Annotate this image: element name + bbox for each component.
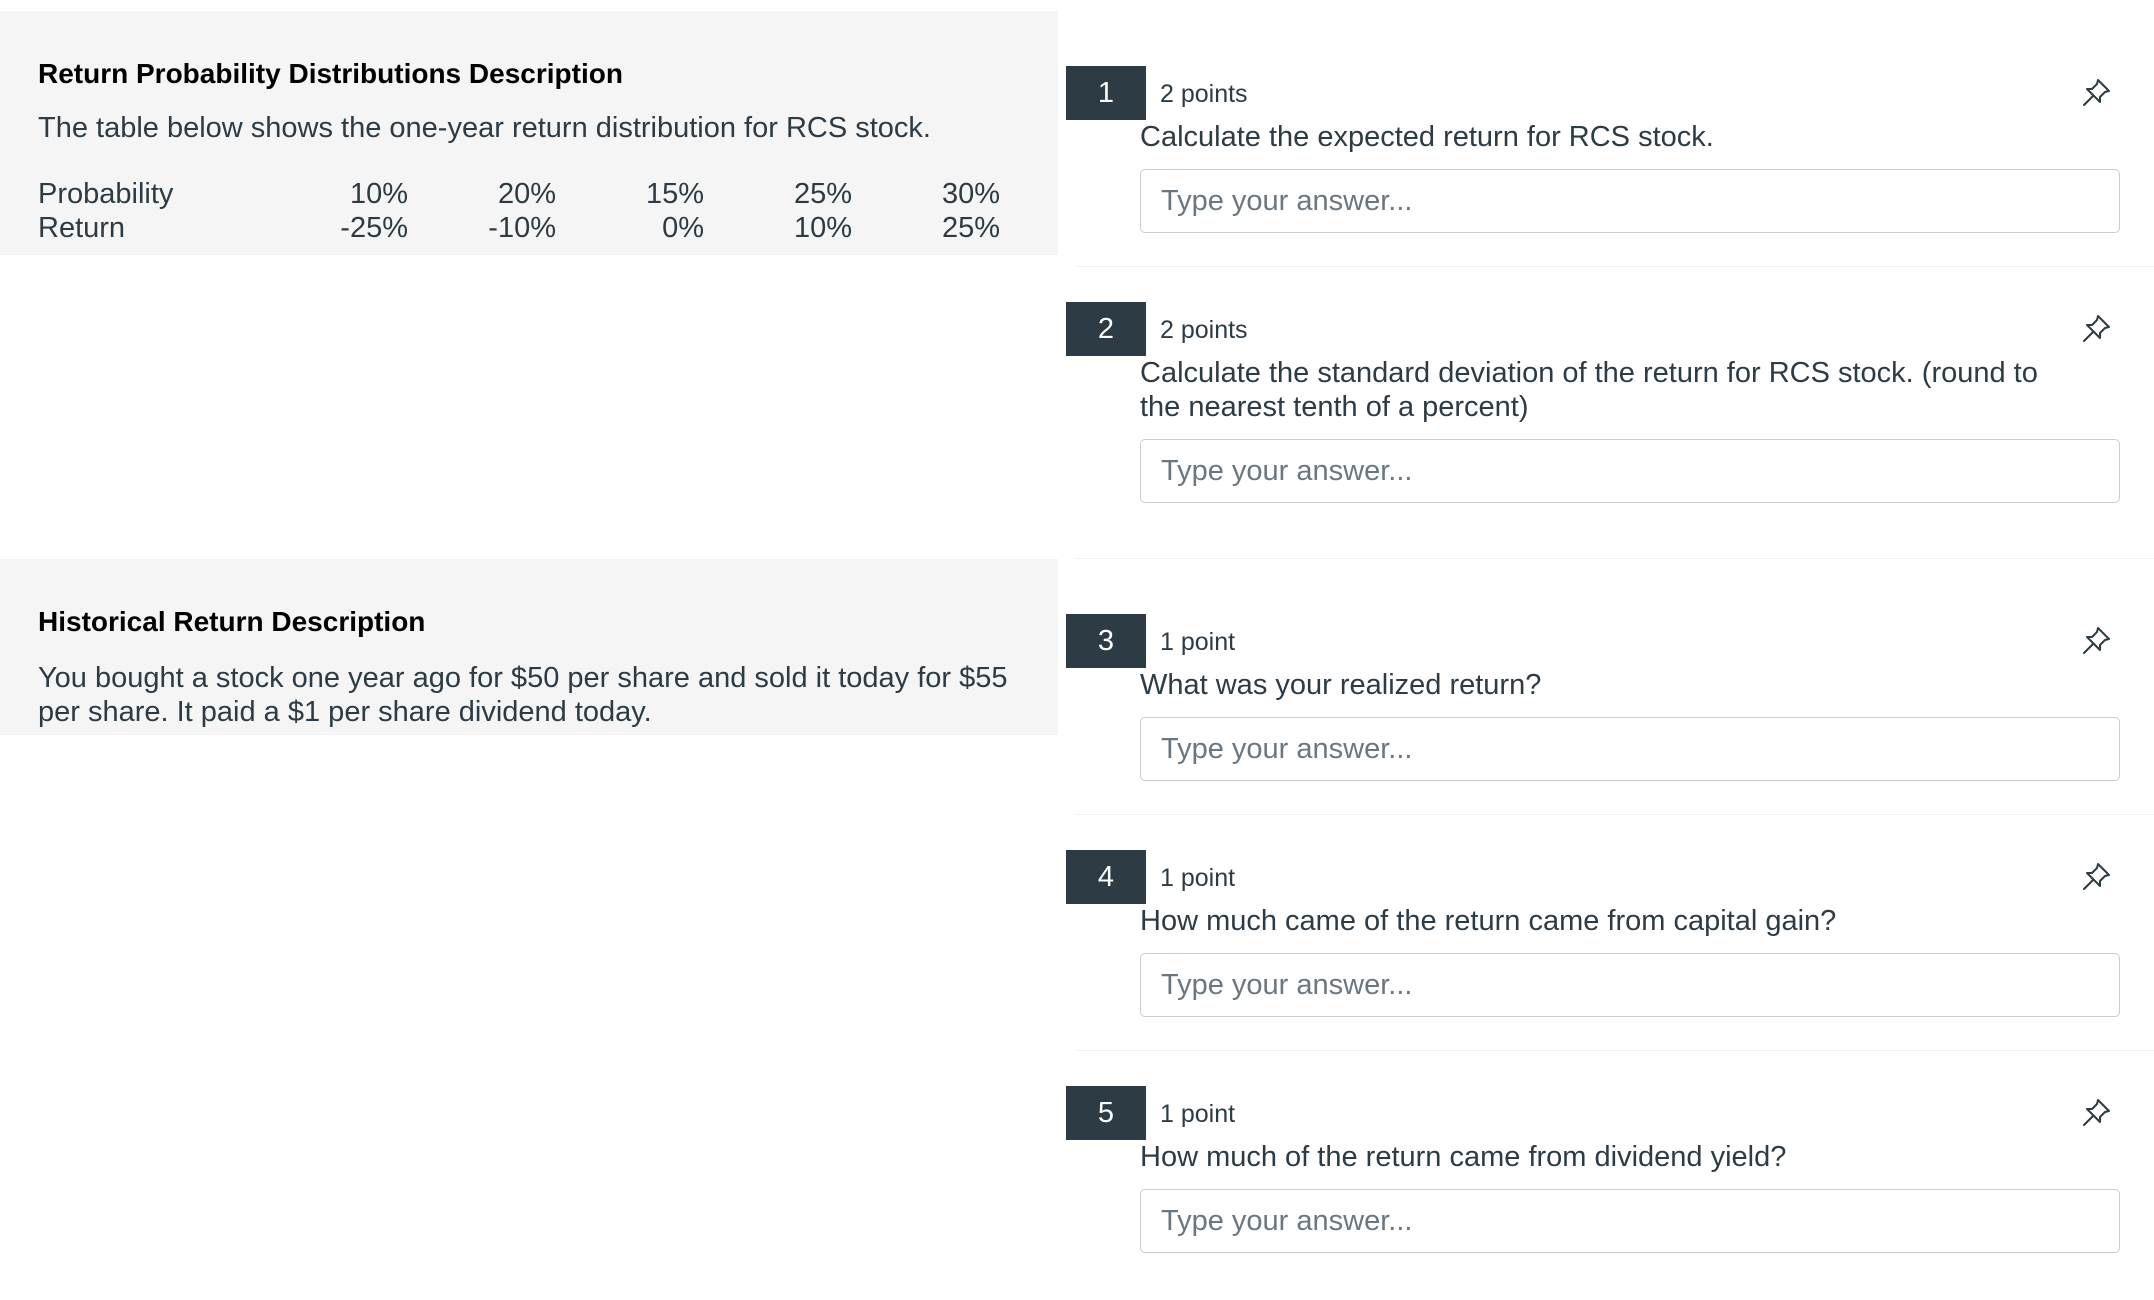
question-number-badge: 1 (1066, 66, 1146, 120)
table-cell: -10% (488, 212, 556, 244)
divider (1076, 1050, 2154, 1051)
question-text: What was your realized return? (1140, 669, 1542, 701)
pin-icon[interactable] (2077, 858, 2115, 896)
question-points: 1 point (1160, 628, 1236, 656)
question-4: 4 1 point How much came of the return ca… (1066, 850, 2154, 1050)
table-cell: 10% (793, 212, 852, 244)
divider (1076, 558, 2154, 559)
question-number-badge: 2 (1066, 302, 1146, 356)
question-2: 2 2 points Calculate the standard deviat… (1066, 302, 2154, 552)
question-text: Calculate the standard deviation of the … (1140, 357, 2038, 423)
table-cell: 30% (941, 178, 1000, 210)
question-points: 2 points (1160, 80, 1248, 108)
pin-icon[interactable] (2077, 622, 2115, 660)
answer-input[interactable] (1140, 717, 2120, 781)
row-label: Return (38, 212, 126, 244)
divider (1076, 266, 2154, 267)
table-cell: 20% (497, 178, 556, 210)
table-cell: 10% (349, 178, 408, 210)
distribution-table: Probability 10% 20% 15% 25% 30% Return -… (38, 177, 1000, 245)
stimulus-historical-return: Historical Return Description You bought… (0, 559, 1058, 735)
divider (1076, 814, 2154, 815)
stimulus-title: Historical Return Description (38, 606, 426, 637)
question-number-badge: 4 (1066, 850, 1146, 904)
pin-icon[interactable] (2077, 310, 2115, 348)
answer-input[interactable] (1140, 953, 2120, 1017)
answer-input[interactable] (1140, 1189, 2120, 1253)
stimulus-return-distribution: Return Probability Distributions Descrip… (0, 11, 1058, 255)
table-row: Return -25% -10% 0% 10% 25% (38, 211, 1000, 245)
table-cell: -25% (340, 212, 408, 244)
question-points: 1 point (1160, 1100, 1236, 1128)
stimulus-text: The table below shows the one-year retur… (38, 112, 931, 144)
table-cell: 15% (645, 178, 704, 210)
question-points: 2 points (1160, 316, 1248, 344)
question-5: 5 1 point How much of the return came fr… (1066, 1086, 2154, 1286)
row-label: Probability (38, 178, 174, 210)
question-points: 1 point (1160, 864, 1236, 892)
quiz-page: Return Probability Distributions Descrip… (0, 0, 2154, 1300)
table-cell: 25% (793, 178, 852, 210)
table-cell: 25% (941, 212, 1000, 244)
answer-input[interactable] (1140, 439, 2120, 503)
question-3: 3 1 point What was your realized return? (1066, 614, 2154, 814)
stimulus-text: You bought a stock one year ago for $50 … (38, 662, 1008, 728)
table-row: Probability 10% 20% 15% 25% 30% (38, 177, 1000, 211)
answer-input[interactable] (1140, 169, 2120, 233)
table-cell: 0% (662, 212, 704, 244)
question-number-badge: 3 (1066, 614, 1146, 668)
question-number-badge: 5 (1066, 1086, 1146, 1140)
pin-icon[interactable] (2077, 74, 2115, 112)
question-text: How much came of the return came from ca… (1140, 905, 1837, 937)
stimulus-title: Return Probability Distributions Descrip… (38, 58, 623, 89)
question-text: Calculate the expected return for RCS st… (1140, 121, 1714, 153)
question-1: 1 2 points Calculate the expected return… (1066, 66, 2154, 266)
pin-icon[interactable] (2077, 1094, 2115, 1132)
question-text: How much of the return came from dividen… (1140, 1141, 1787, 1173)
